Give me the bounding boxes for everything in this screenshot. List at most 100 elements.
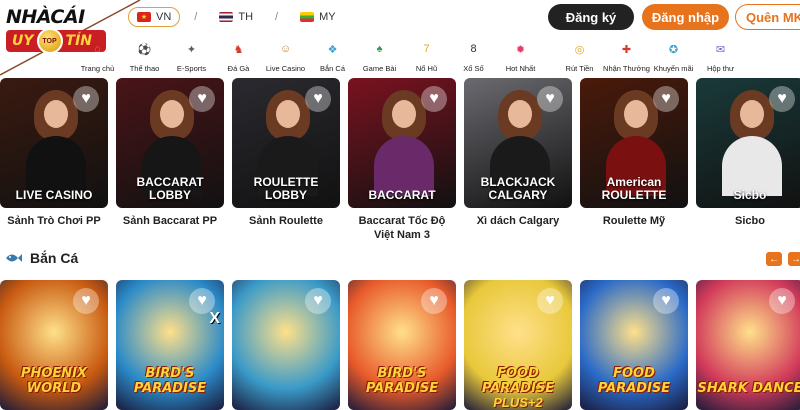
card-caption: BLACKJACK CALGARY [480,175,556,202]
favorite-heart-icon[interactable]: ♥ [769,86,795,112]
nav-label: Đá Gà [227,64,250,73]
nav-label: Thể thao [129,64,160,73]
lang-option-my[interactable]: MY [292,7,344,27]
favorite-heart-icon[interactable]: ♥ [653,86,679,112]
nav-label: Hộp thư [706,64,735,73]
section-title: Bắn Cá [30,250,79,266]
card-caption: Sicbo [733,188,767,202]
nav-item[interactable]: ✹ Hot Nhất [497,40,544,74]
fish-icon [6,254,22,262]
dealer-face [44,100,68,128]
nav-item[interactable]: ✪ Khuyến mãi [650,40,697,74]
card-caption: American ROULETTE [601,175,667,202]
favorite-heart-icon[interactable]: ♥ [769,288,795,314]
register-button[interactable]: Đăng ký [548,4,634,30]
slot-machine-icon: 7 [423,43,430,55]
nav-item[interactable]: ⌂ Trang chủ [74,40,121,73]
myanmar-flag-icon [300,12,315,22]
nav-item[interactable]: ✚ Nhận Thưởng [603,40,650,74]
favorite-heart-icon[interactable]: ♥ [537,86,563,112]
dealer-body [26,136,86,196]
lang-option-th[interactable]: TH [211,7,261,27]
lang-option-vn[interactable]: ★ VN [128,7,181,27]
favorite-heart-icon[interactable]: ♥ [189,86,215,112]
fire-icon: ✹ [515,43,526,56]
nav-label: E-Sports [176,64,207,73]
nav-item[interactable]: 8 Xổ Số [450,40,497,73]
game-card[interactable]: ♥ BLACKJACK CALGARY [464,78,572,208]
nav-item[interactable]: 7 Nổ Hũ [403,40,450,73]
lang-separator: / [275,11,279,23]
dealer-face [392,100,416,128]
forgot-password-button[interactable]: Quên MK [735,4,800,30]
fish-game-title: SHARK DANCE [697,381,800,396]
nav-item[interactable]: ♞ Đá Gà [215,40,262,74]
nav-item[interactable]: ⚽ Thể thao [121,40,168,74]
dealer-body [374,136,434,196]
fish-game-card[interactable]: ♥ X BIRD'S PARADISE [116,280,224,410]
promo-icon: ✪ [668,43,679,56]
game-title[interactable]: Sảnh Baccarat PP [116,214,224,242]
game-card[interactable]: ♥ ROULETTE LOBBY [232,78,340,208]
fish-game-title: BIRD'S PARADISE [133,366,207,396]
game-card[interactable]: ♥ Sicbo [696,78,800,208]
card-caption: ROULETTE LOBBY [253,175,319,202]
fish-games-row: ♥ PHOENIX WORLD ♥ X BIRD'S PARADISE ♥ ♥ BIRD'S … [0,280,800,410]
lang-code: MY [319,11,336,23]
game-card[interactable]: ♥ BACCARAT LOBBY [116,78,224,208]
nav-item[interactable]: ❖ Bắn Cá [309,40,356,74]
card-caption: BACCARAT LOBBY [136,175,204,202]
game-title[interactable]: Sảnh Roulette [232,214,340,242]
logo-coin-icon: TOP [36,28,63,54]
card-caption: BACCARAT [368,188,436,202]
lottery-ball-icon: 8 [470,43,477,55]
nav-item[interactable]: ☺ Live Casino [262,40,309,73]
fish-game-card[interactable]: ♥ FOOD PARADISE [580,280,688,410]
favorite-heart-icon[interactable]: ♥ [73,86,99,112]
game-card[interactable]: ♥ BACCARAT [348,78,456,208]
fish-game-card[interactable]: ♥ PHOENIX WORLD [0,280,108,410]
game-title[interactable]: Roulette Mỹ [580,214,688,242]
nav-label: Nổ Hũ [415,64,438,73]
rooster-icon: ♞ [233,43,244,56]
game-title[interactable]: Baccarat Tốc Độ Việt Nam 3 [348,214,456,242]
favorite-heart-icon[interactable]: ♥ [421,86,447,112]
fish-game-card[interactable]: ♥ [232,280,340,410]
game-title[interactable]: Sicbo [696,214,800,242]
language-selector: ★ VN / TH / MY [128,7,344,27]
prev-arrow-button[interactable]: ← [766,252,782,266]
nav-label: Xổ Số [463,64,484,73]
mail-icon: ✉ [715,43,726,56]
gift-icon: ✚ [621,43,632,56]
game-title[interactable]: Sảnh Trò Chơi PP [0,214,108,242]
nav-item[interactable]: ✉ Hộp thư [697,40,744,74]
logo-wordmark-top: NHÀCÁI [6,6,85,28]
favorite-heart-icon[interactable]: ♥ [653,288,679,314]
live-casino-titles: Sảnh Trò Chơi PP Sảnh Baccarat PP Sảnh Rou… [0,214,800,242]
dealer-face [160,100,184,128]
favorite-heart-icon[interactable]: ♥ [305,86,331,112]
nav-label: Game Bài [362,64,397,73]
soccer-ball-icon: ⚽ [137,43,152,56]
game-card[interactable]: ♥ LIVE CASINO [0,78,108,208]
nav-label: Hot Nhất [505,64,536,73]
fish-game-card[interactable]: ♥ BIRD'S PARADISE [348,280,456,410]
favorite-heart-icon[interactable]: ♥ [537,288,563,314]
nav-label: Khuyến mãi [653,64,694,73]
fish-game-card[interactable]: ♥ SHARK DANCE [696,280,800,410]
login-button[interactable]: Đăng nhập [642,4,729,30]
next-arrow-button[interactable]: → [788,252,800,266]
favorite-heart-icon[interactable]: ♥ [73,288,99,314]
fish-game-card[interactable]: ♥ FOOD PARADISE PLUS+2 [464,280,572,410]
game-card[interactable]: ♥ American ROULETTE [580,78,688,208]
fish-game-title: PHOENIX WORLD [20,366,88,396]
main-nav: ⌂ Trang chủ ⚽ Thể thao ✦ E-Sports ♞ Đá Gà ☺ Live … [74,40,744,73]
game-title[interactable]: Xì dách Calgary [464,214,572,242]
favorite-heart-icon[interactable]: ♥ [305,288,331,314]
dealer-face [624,100,648,128]
favorite-heart-icon[interactable]: ♥ [421,288,447,314]
dealer-icon: ☺ [279,43,292,55]
nav-item[interactable]: ◎ Rút Tiền [556,40,603,74]
nav-item[interactable]: ♠ Game Bài [356,40,403,73]
nav-item[interactable]: ✦ E-Sports [168,40,215,74]
